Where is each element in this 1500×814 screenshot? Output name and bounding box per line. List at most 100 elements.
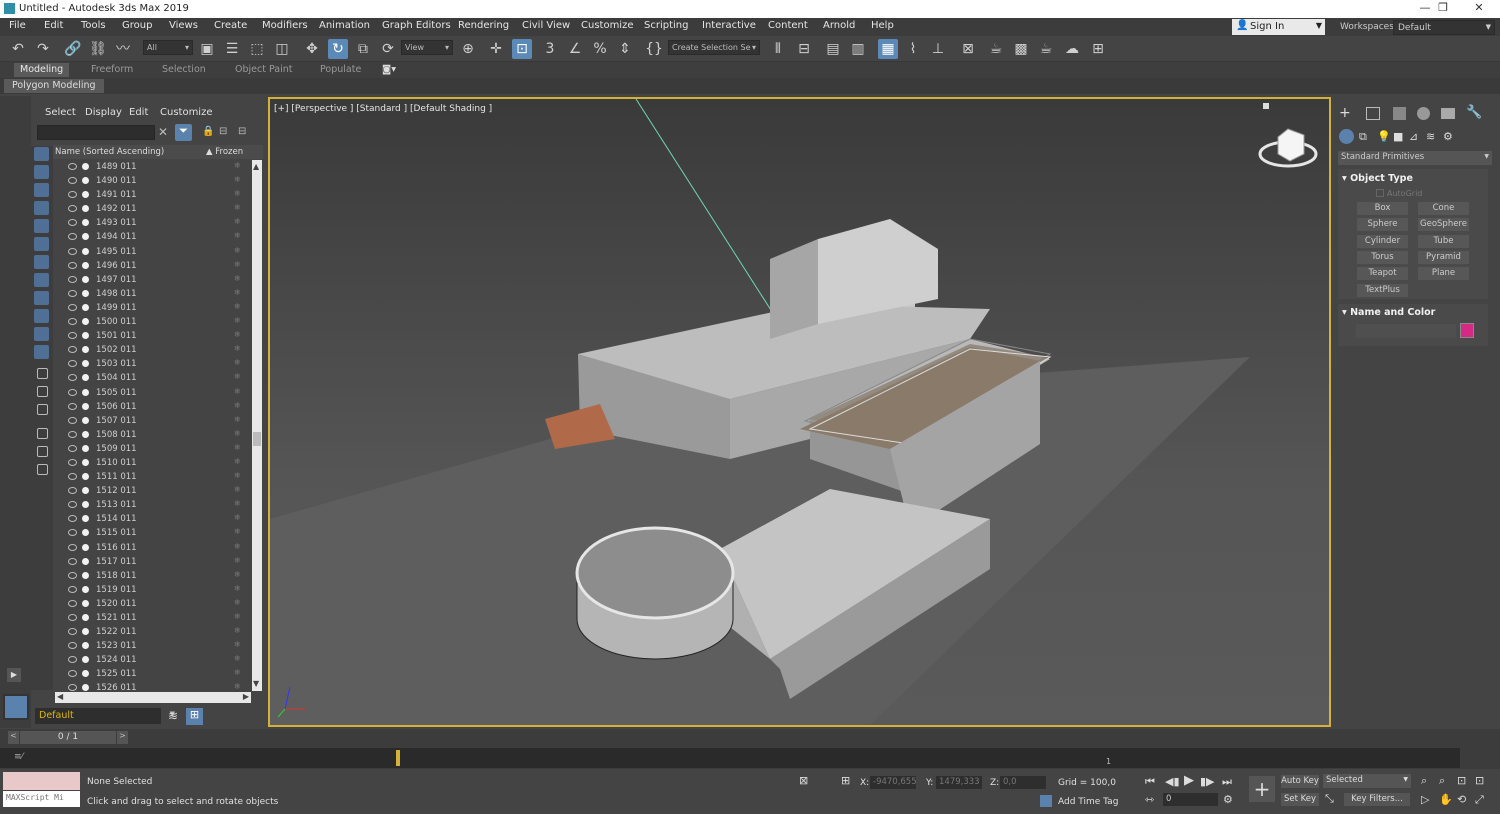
- select-object-icon[interactable]: ▣: [197, 39, 217, 59]
- viewcube[interactable]: [1258, 128, 1318, 168]
- zoom-icon[interactable]: ⌕: [1421, 774, 1427, 788]
- list-item[interactable]: 1515 011 ❄: [53, 526, 251, 540]
- freeze-toggle-icon[interactable]: ❄: [234, 203, 241, 212]
- list-item[interactable]: 1510 011 ❄: [53, 456, 251, 470]
- freeze-toggle-icon[interactable]: ❄: [234, 598, 241, 607]
- visibility-eye-icon[interactable]: [68, 473, 77, 481]
- helpers-icon[interactable]: ⊿: [1409, 130, 1418, 143]
- textplus-button[interactable]: TextPlus: [1357, 284, 1408, 297]
- menu-interactive[interactable]: Interactive: [702, 20, 756, 31]
- list-item[interactable]: 1512 011 ❄: [53, 484, 251, 498]
- shapes-filter-icon[interactable]: [34, 165, 49, 179]
- list-item[interactable]: 1513 011 ❄: [53, 498, 251, 512]
- polygon-modeling-panel[interactable]: Polygon Modeling: [4, 79, 104, 93]
- scene-search-input[interactable]: [37, 125, 155, 140]
- render-setup-icon[interactable]: ☕: [986, 39, 1006, 59]
- freeze-toggle-icon[interactable]: ❄: [234, 584, 241, 593]
- menu-help[interactable]: Help: [871, 20, 894, 31]
- autogrid-checkbox[interactable]: [1376, 189, 1384, 197]
- containers-filter-icon[interactable]: [34, 309, 49, 323]
- list-item[interactable]: 1495 011 ❄: [53, 245, 251, 259]
- visibility-eye-icon[interactable]: [68, 360, 77, 368]
- tab-populate[interactable]: Populate: [314, 63, 367, 77]
- freeze-toggle-icon[interactable]: ❄: [234, 570, 241, 579]
- spacewarps-icon[interactable]: ≋: [1426, 130, 1435, 143]
- frozen-filter-icon[interactable]: [34, 327, 49, 341]
- list-item[interactable]: 1503 011 ❄: [53, 357, 251, 371]
- tab-freeform[interactable]: Freeform: [85, 63, 139, 77]
- list-item[interactable]: 1522 011 ❄: [53, 625, 251, 639]
- list-item[interactable]: 1509 011 ❄: [53, 442, 251, 456]
- se-menu-display[interactable]: Display: [85, 107, 122, 118]
- key-filters-button[interactable]: Key Filters...: [1344, 793, 1410, 806]
- visibility-eye-icon[interactable]: [68, 571, 77, 579]
- display-tab-icon[interactable]: [1441, 108, 1455, 119]
- layers-icon[interactable]: ≋: [168, 709, 178, 723]
- visibility-eye-icon[interactable]: [68, 374, 77, 382]
- col-name-header[interactable]: Name (Sorted Ascending): [55, 147, 164, 157]
- field-of-view-icon[interactable]: ▷: [1421, 793, 1429, 806]
- visibility-eye-icon[interactable]: [68, 205, 77, 213]
- create-tab-icon[interactable]: +: [1339, 105, 1351, 121]
- layers-sort-icon[interactable]: ⊟: [238, 126, 246, 137]
- rotate-icon[interactable]: ↻: [328, 39, 348, 59]
- align-icon[interactable]: ⊟: [794, 39, 814, 59]
- se-menu-select[interactable]: Select: [45, 107, 76, 118]
- visibility-eye-icon[interactable]: [68, 444, 77, 452]
- freeze-toggle-icon[interactable]: ❄: [234, 344, 241, 353]
- freeze-toggle-icon[interactable]: ❄: [234, 612, 241, 621]
- sphere-button[interactable]: Sphere: [1357, 218, 1408, 231]
- time-configuration-icon[interactable]: ⚙: [1223, 793, 1233, 806]
- visibility-eye-icon[interactable]: [68, 346, 77, 354]
- modify-tab-icon[interactable]: [1366, 107, 1380, 120]
- list-item[interactable]: 1499 011 ❄: [53, 301, 251, 315]
- absolute-mode-icon[interactable]: ⊞: [841, 774, 850, 787]
- list-item[interactable]: 1490 011 ❄: [53, 174, 251, 188]
- freeze-toggle-icon[interactable]: ❄: [234, 443, 241, 452]
- list-item[interactable]: 1521 011 ❄: [53, 611, 251, 625]
- box-button[interactable]: Box: [1357, 202, 1408, 215]
- z-coord-field[interactable]: 0,0: [1000, 776, 1046, 789]
- maxscript-listener-pink[interactable]: [3, 772, 80, 790]
- current-frame-field[interactable]: 0: [1163, 793, 1218, 806]
- expand-arrow-icon[interactable]: ▶: [7, 668, 21, 682]
- tube-button[interactable]: Tube: [1418, 235, 1469, 248]
- rect-selection-icon[interactable]: ⬚: [247, 39, 267, 59]
- track-bar[interactable]: [0, 748, 1460, 768]
- freeze-toggle-icon[interactable]: ❄: [234, 288, 241, 297]
- list-item[interactable]: 1494 011 ❄: [53, 230, 251, 244]
- shapes-icon[interactable]: ⧉: [1359, 130, 1367, 144]
- visibility-eye-icon[interactable]: [68, 219, 77, 227]
- ref-coord-dropdown[interactable]: View ▾: [401, 40, 453, 55]
- visibility-eye-icon[interactable]: [68, 670, 77, 678]
- scene-list-hscroll[interactable]: ◀ ▶: [55, 692, 251, 703]
- menu-graph-editors[interactable]: Graph Editors: [382, 20, 451, 31]
- x-coord-field[interactable]: -9470,655: [870, 776, 917, 789]
- curve-editor-icon[interactable]: ⌇: [903, 39, 923, 59]
- object-color-swatch[interactable]: [1460, 323, 1474, 338]
- toggle-ribbon-icon[interactable]: ▥: [848, 39, 868, 59]
- freeze-toggle-icon[interactable]: ❄: [234, 513, 241, 522]
- freeze-toggle-icon[interactable]: ❄: [234, 189, 241, 198]
- select-by-name-icon[interactable]: ☰: [222, 39, 242, 59]
- a360-gallery-icon[interactable]: ⊞: [1088, 39, 1108, 59]
- plane-button[interactable]: Plane: [1418, 267, 1469, 280]
- visibility-eye-icon[interactable]: [68, 642, 77, 650]
- pyramid-button[interactable]: Pyramid: [1418, 251, 1469, 264]
- freeze-toggle-icon[interactable]: ❄: [234, 654, 241, 663]
- menu-group[interactable]: Group: [122, 20, 152, 31]
- list-item[interactable]: 1519 011 ❄: [53, 583, 251, 597]
- freeze-toggle-icon[interactable]: ❄: [234, 231, 241, 240]
- select-manipulate-icon[interactable]: ✛: [486, 39, 506, 59]
- set-key-plus-button[interactable]: +: [1249, 776, 1275, 802]
- list-item[interactable]: 1523 011 ❄: [53, 639, 251, 653]
- previous-frame-icon[interactable]: ◀▮: [1165, 775, 1180, 788]
- visibility-eye-icon[interactable]: [68, 163, 77, 170]
- material-editor-icon[interactable]: ⊠: [958, 39, 978, 59]
- freeze-toggle-icon[interactable]: ❄: [234, 358, 241, 367]
- freeze-toggle-icon[interactable]: ❄: [234, 217, 241, 226]
- object-name-input[interactable]: [1356, 324, 1456, 338]
- lock-icon[interactable]: 🔒: [202, 126, 214, 137]
- teapot-button[interactable]: Teapot: [1357, 267, 1408, 280]
- scroll-left-icon[interactable]: ◀: [57, 692, 63, 701]
